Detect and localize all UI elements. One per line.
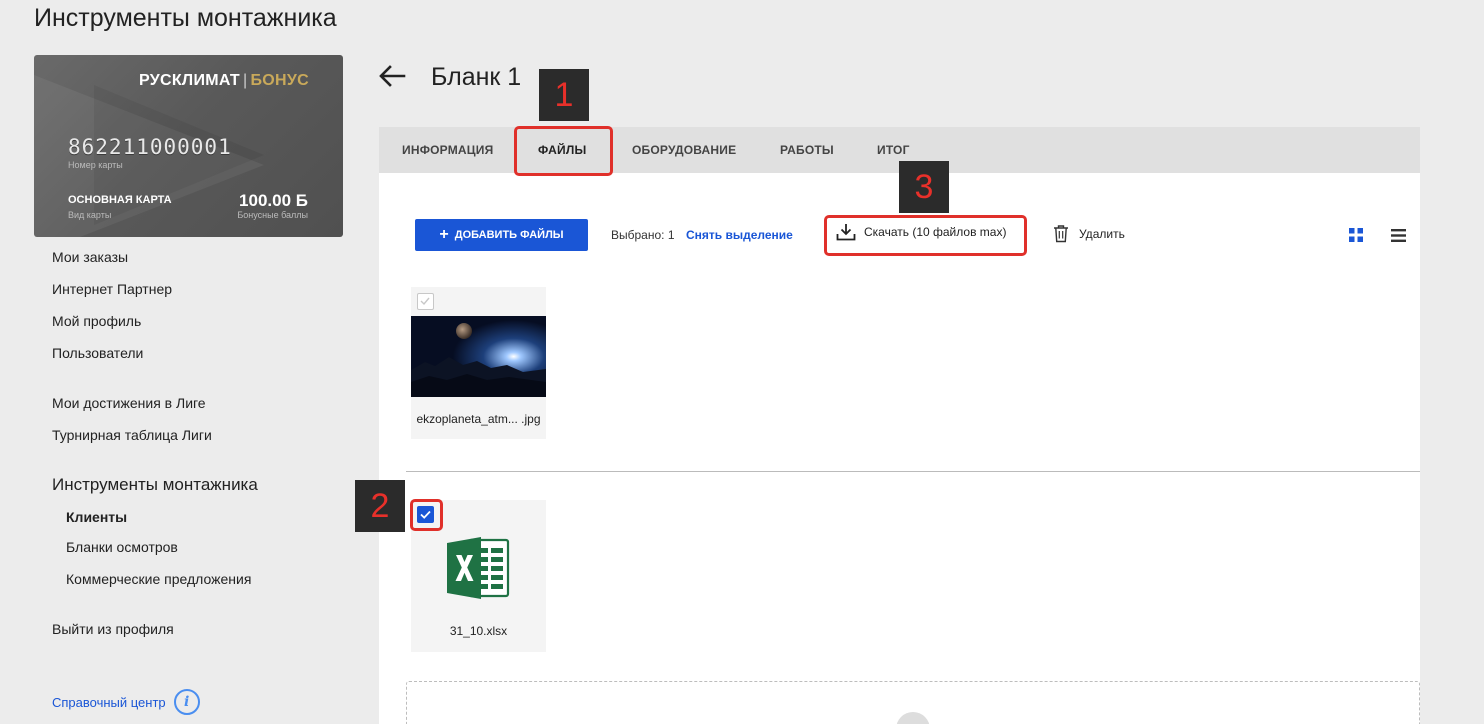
card-points: 100.00 Б [239, 191, 308, 210]
sidebar-item-inspection-forms[interactable]: Бланки осмотров [66, 539, 178, 555]
card-number-label: Номер карты [68, 160, 123, 170]
info-icon: i [173, 689, 200, 715]
tab-information[interactable]: ИНФОРМАЦИЯ [402, 143, 493, 157]
document-title: Бланк 1 [431, 63, 522, 91]
arrow-left-icon[interactable] [376, 60, 408, 92]
help-center-label: Справочный центр [52, 694, 166, 710]
page-title: Инструменты монтажника [34, 4, 337, 32]
sidebar-section-installer-tools: Инструменты монтажника [52, 475, 258, 494]
sidebar-item-logout[interactable]: Выйти из профиля [52, 621, 174, 637]
tab-equipment[interactable]: ОБОРУДОВАНИЕ [632, 143, 736, 157]
plus-icon: + [439, 226, 449, 243]
annotation-highlight [824, 215, 1027, 256]
sidebar-item-league-achievements[interactable]: Мои достижения в Лиге [52, 395, 206, 411]
delete-button[interactable]: Удалить [1053, 224, 1125, 243]
card-type: ОСНОВНАЯ КАРТА [68, 194, 172, 206]
sidebar-item-clients[interactable]: Клиенты [66, 509, 127, 525]
tab-works[interactable]: РАБОТЫ [780, 143, 834, 157]
card-type-label: Вид карты [68, 210, 112, 220]
card-brand-bonus: БОНУС [250, 72, 309, 89]
tab-summary[interactable]: ИТОГ [877, 143, 910, 157]
list-view-icon[interactable] [1391, 229, 1406, 242]
section-divider [406, 471, 1420, 472]
selected-count: Выбрано: 1 [611, 228, 675, 242]
annotation-highlight [514, 126, 613, 176]
file-name: ekzoplaneta_atm... .jpg [416, 412, 541, 426]
annotation-callout: 1 [539, 69, 589, 121]
bonus-card: РУСКЛИМАТ | БОНУС 862211000001 Номер карты… [34, 55, 343, 237]
check-icon [420, 297, 430, 306]
sidebar-item-orders[interactable]: Мои заказы [52, 249, 128, 265]
sidebar-item-internet-partner[interactable]: Интернет Партнер [52, 281, 172, 297]
card-brand-separator: | [243, 72, 248, 89]
add-files-label: ДОБАВИТЬ ФАЙЛЫ [454, 229, 564, 241]
annotation-callout: 3 [899, 161, 949, 213]
sidebar-item-users[interactable]: Пользователи [52, 345, 143, 361]
delete-label: Удалить [1079, 226, 1125, 241]
help-center-link[interactable]: Справочный центр i [52, 689, 200, 715]
excel-file-icon [447, 537, 510, 599]
deselect-link[interactable]: Снять выделение [686, 228, 793, 242]
card-brand-name: РУСКЛИМАТ [138, 72, 241, 89]
sidebar-item-commercial-offers[interactable]: Коммерческие предложения [66, 571, 251, 587]
file-thumbnail-image [411, 316, 546, 397]
add-files-button[interactable]: + ДОБАВИТЬ ФАЙЛЫ [415, 219, 588, 251]
card-points-label: Бонусные баллы [237, 210, 308, 220]
trash-icon [1054, 225, 1068, 243]
grid-view-icon[interactable] [1349, 228, 1363, 242]
file-name: 31_10.xlsx [449, 624, 508, 638]
sidebar-item-profile[interactable]: Мой профиль [52, 313, 141, 329]
annotation-highlight [410, 499, 443, 531]
file-checkbox[interactable] [417, 293, 434, 310]
card-number: 862211000001 [68, 135, 232, 159]
card-brand: РУСКЛИМАТ | БОНУС [139, 72, 309, 90]
sidebar-item-league-table[interactable]: Турнирная таблица Лиги [52, 427, 212, 443]
annotation-callout: 2 [355, 480, 405, 532]
